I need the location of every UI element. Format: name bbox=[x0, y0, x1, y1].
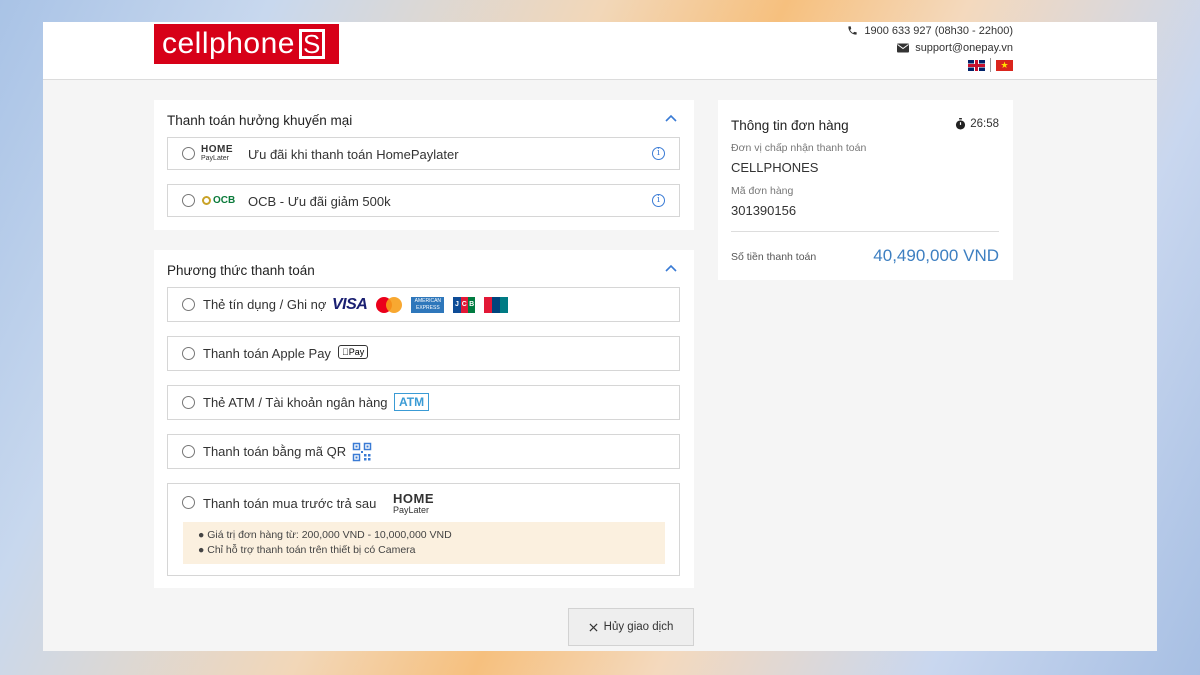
method-label-applepay: Thanh toán Apple Pay bbox=[203, 346, 331, 361]
countdown-timer: 26:58 bbox=[955, 118, 999, 130]
contact-info: 1900 633 927 (08h30 - 22h00) support@one… bbox=[847, 22, 1013, 72]
bnpl-note-line: ● Giá trị đơn hàng từ: 200,000 VND - 10,… bbox=[198, 529, 452, 541]
method-radio-card[interactable] bbox=[182, 298, 195, 311]
logo-s-mark: S bbox=[298, 29, 325, 59]
ocb-logo: OCB bbox=[202, 195, 235, 206]
support-email[interactable]: support@onepay.vn bbox=[915, 41, 1013, 55]
timer-value: 26:58 bbox=[970, 118, 999, 130]
order-info-title: Thông tin đơn hàng bbox=[731, 118, 849, 133]
amex-logo-icon: AMERICAN EXPRESS bbox=[411, 297, 445, 313]
header: cellphone S 1900 633 927 (08h30 - 22h00)… bbox=[43, 22, 1157, 80]
method-option-qr[interactable]: Thanh toán bằng mã QR bbox=[167, 434, 680, 469]
chevron-up-icon[interactable] bbox=[664, 262, 678, 276]
stopwatch-icon bbox=[956, 118, 966, 130]
methods-title: Phương thức thanh toán bbox=[167, 263, 315, 278]
promo-title: Thanh toán hưởng khuyến mại bbox=[167, 113, 353, 128]
amount-value: 40,490,000 VND bbox=[873, 246, 999, 265]
order-id: 301390156 bbox=[731, 203, 797, 218]
method-label-card: Thẻ tín dụng / Ghi nợ bbox=[203, 297, 327, 312]
mastercard-logo-icon bbox=[376, 297, 403, 313]
atm-badge-icon: ATM bbox=[394, 393, 430, 411]
phone-icon bbox=[848, 26, 857, 35]
payment-window: cellphone S 1900 633 927 (08h30 - 22h00)… bbox=[43, 22, 1157, 651]
payment-methods-section: Phương thức thanh toán Thẻ tín dụng / Gh… bbox=[154, 250, 694, 588]
unionpay-logo-icon bbox=[484, 297, 509, 313]
info-icon[interactable]: i bbox=[652, 147, 665, 160]
homepaylater-logo: HOME PayLater bbox=[201, 144, 233, 163]
method-option-atm[interactable]: Thẻ ATM / Tài khoản ngân hàng ATM bbox=[167, 385, 680, 420]
method-radio-qr[interactable] bbox=[182, 445, 195, 458]
jcb-logo-icon: JCB bbox=[453, 297, 476, 313]
promo-label-homepaylater: Ưu đãi khi thanh toán HomePaylater bbox=[248, 147, 459, 162]
visa-logo-icon: VISA bbox=[332, 296, 368, 313]
method-label-bnpl: Thanh toán mua trước trả sau bbox=[203, 496, 377, 511]
flag-divider bbox=[990, 58, 991, 72]
method-radio-bnpl[interactable] bbox=[182, 496, 195, 509]
cancel-label: Hủy giao dịch bbox=[603, 621, 674, 633]
method-option-card[interactable]: Thẻ tín dụng / Ghi nợ VISA AMERICAN EXPRE… bbox=[167, 287, 680, 322]
vn-flag-icon[interactable]: ★ bbox=[996, 59, 1013, 71]
card-brand-logos: VISA AMERICAN EXPRESS JCB bbox=[332, 296, 509, 314]
method-option-bnpl[interactable]: Thanh toán mua trước trả sau HOME PayLat… bbox=[167, 483, 680, 576]
order-id-label: Mã đơn hàng bbox=[731, 185, 794, 197]
promo-section: Thanh toán hưởng khuyến mại HOME PayLate… bbox=[154, 100, 694, 230]
cellphones-logo[interactable]: cellphone S bbox=[154, 24, 339, 64]
order-info-section: Thông tin đơn hàng 26:58 Đơn vị chấp nhậ… bbox=[718, 100, 1013, 280]
qr-code-icon bbox=[352, 442, 372, 462]
info-icon[interactable]: i bbox=[652, 194, 665, 207]
amount-label: Số tiền thanh toán bbox=[731, 251, 817, 263]
method-radio-applepay[interactable] bbox=[182, 347, 195, 360]
method-label-atm: Thẻ ATM / Tài khoản ngân hàng bbox=[203, 395, 388, 410]
homepaylater-logo: HOME PayLater bbox=[393, 491, 434, 515]
cancel-transaction-button[interactable]: Hủy giao dịch bbox=[568, 608, 694, 646]
promo-radio-homepaylater[interactable] bbox=[182, 147, 195, 160]
merchant-name: CELLPHONES bbox=[731, 160, 819, 175]
envelope-icon bbox=[897, 43, 910, 52]
chevron-up-icon[interactable] bbox=[664, 112, 678, 126]
method-label-qr: Thanh toán bằng mã QR bbox=[203, 444, 347, 459]
bnpl-note-line: ● Chỉ hỗ trợ thanh toán trên thiết bị có… bbox=[198, 544, 416, 556]
promo-radio-ocb[interactable] bbox=[182, 194, 195, 207]
promo-option-ocb[interactable]: OCB OCB - Ưu đãi giảm 500k i bbox=[167, 184, 680, 217]
order-divider bbox=[731, 231, 999, 232]
promo-option-homepaylater[interactable]: HOME PayLater Ưu đãi khi thanh toán Home… bbox=[167, 137, 680, 170]
applepay-badge-icon: Pay bbox=[338, 345, 369, 359]
method-radio-atm[interactable] bbox=[182, 396, 195, 409]
close-icon bbox=[589, 622, 598, 632]
logo-text: cellphone bbox=[162, 27, 295, 60]
support-phone[interactable]: 1900 633 927 (08h30 - 22h00) bbox=[864, 24, 1013, 38]
promo-label-ocb: OCB - Ưu đãi giảm 500k bbox=[248, 194, 391, 209]
method-option-applepay[interactable]: Thanh toán Apple Pay Pay bbox=[167, 336, 680, 371]
bnpl-conditions-note: ● Giá trị đơn hàng từ: 200,000 VND - 10,… bbox=[183, 522, 665, 564]
merchant-label: Đơn vị chấp nhận thanh toán bbox=[731, 142, 867, 154]
uk-flag-icon[interactable] bbox=[968, 59, 985, 71]
